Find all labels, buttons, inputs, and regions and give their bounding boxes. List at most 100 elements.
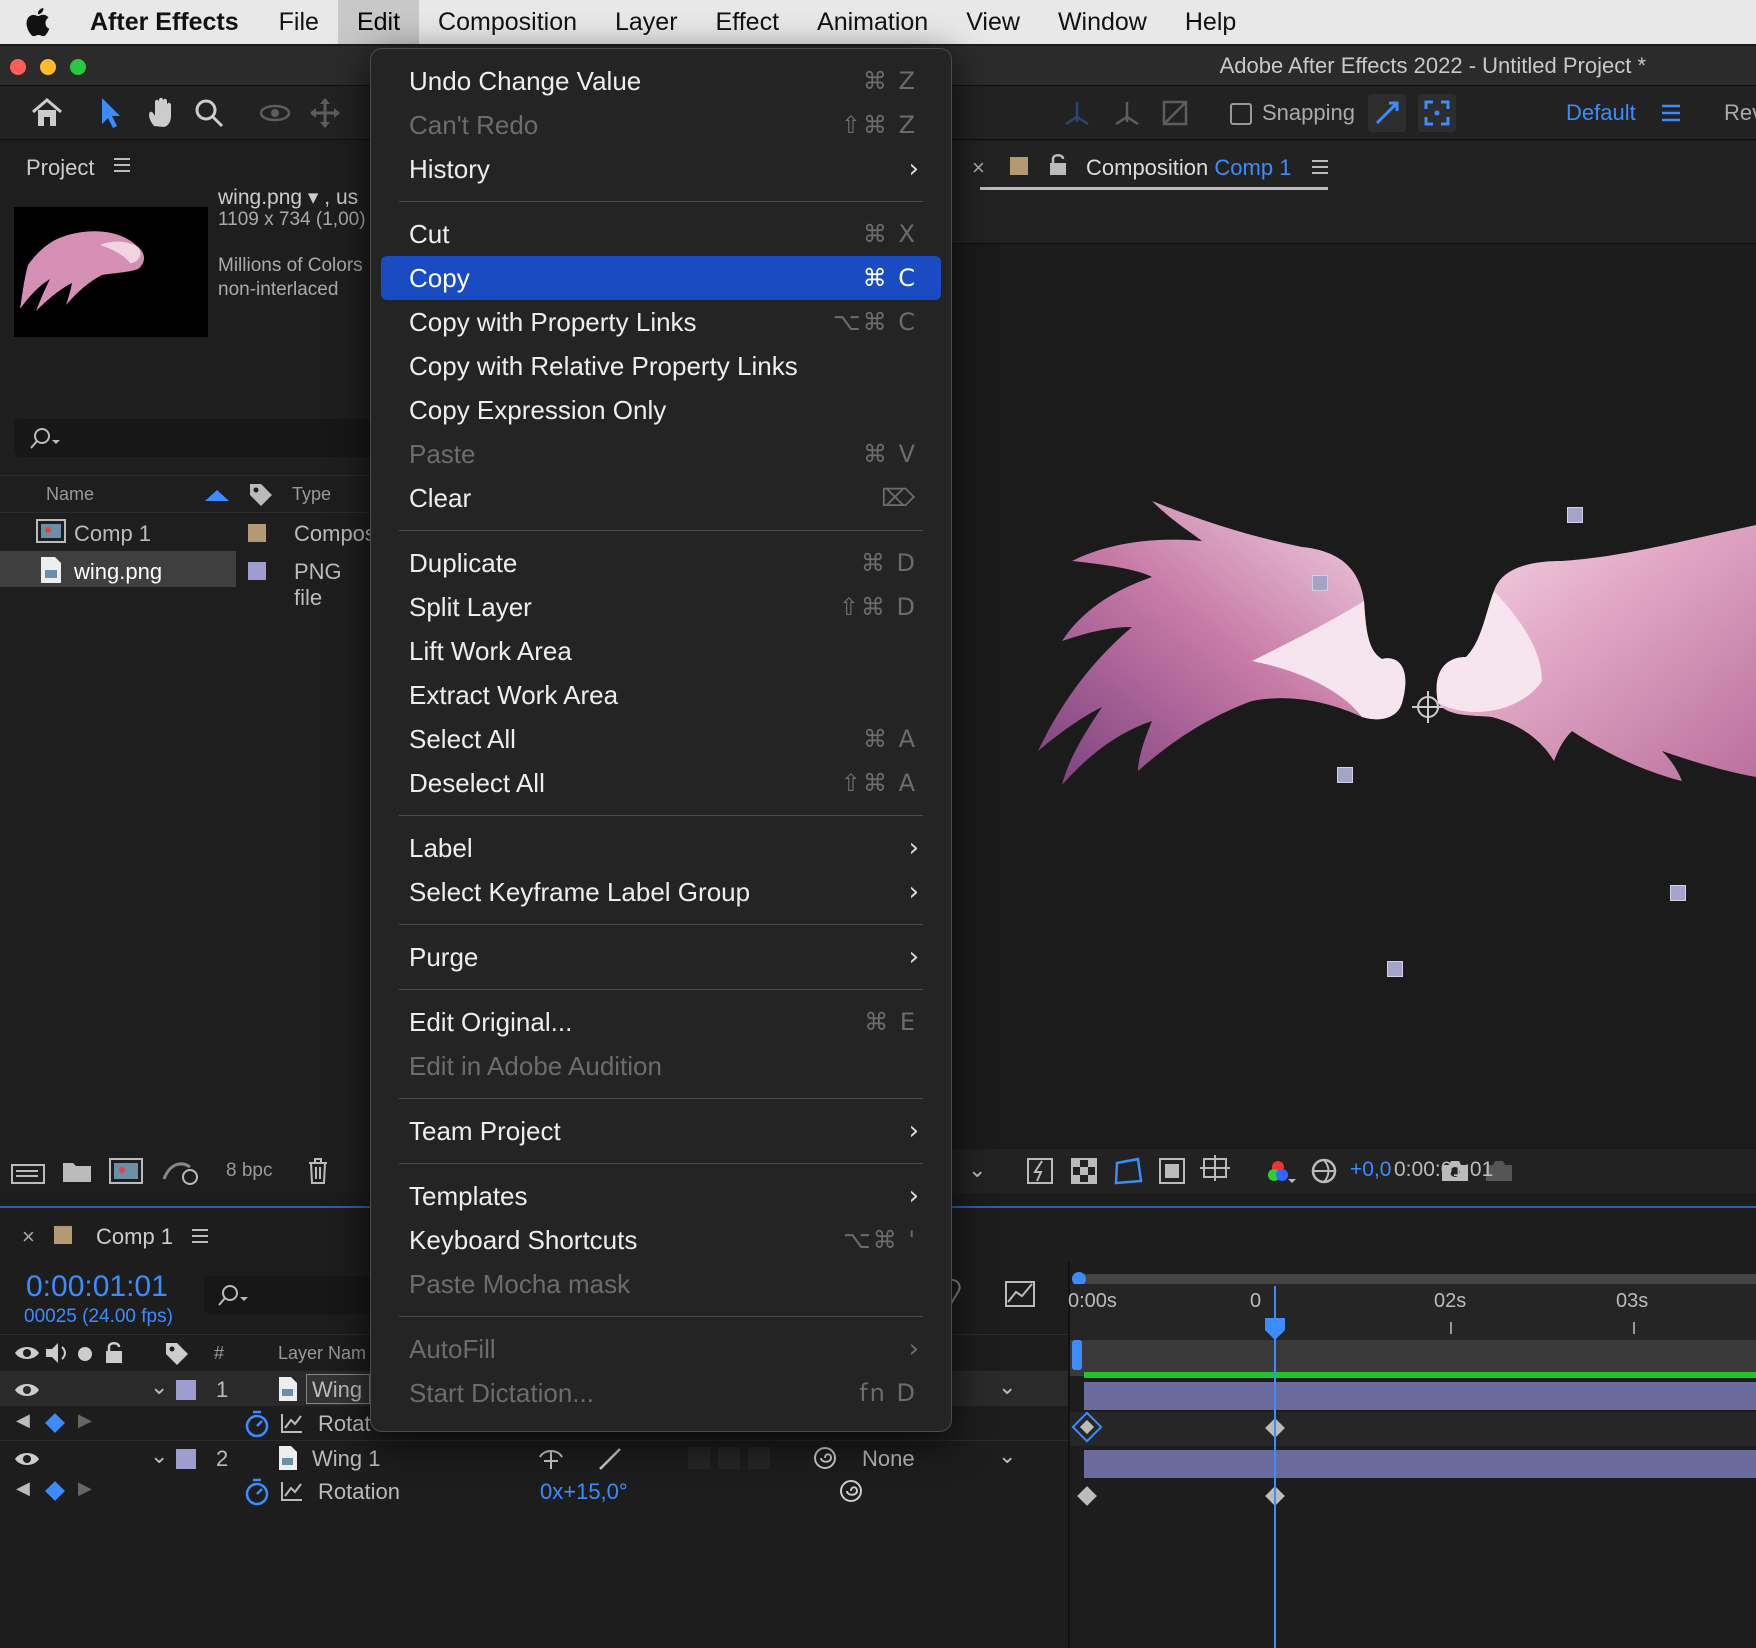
next-keyframe-icon[interactable]: ▶ (78, 1410, 92, 1431)
keyframe[interactable] (1077, 1486, 1097, 1506)
viewer-timecode[interactable]: 0:00:01:01 (1394, 1158, 1493, 1182)
switch-cell[interactable] (718, 1447, 740, 1469)
menu-file[interactable]: File (260, 0, 338, 44)
project-item-footage[interactable]: wing.png PNG file (0, 551, 372, 610)
workspace-default[interactable]: Default (1566, 100, 1636, 126)
next-keyframe-icon[interactable]: ▶ (78, 1478, 92, 1499)
work-area-start-handle[interactable] (1072, 1340, 1082, 1370)
menu-item-select-keyframe-label-group[interactable]: Select Keyframe Label Group › (381, 870, 941, 914)
panel-menu-icon[interactable] (1310, 157, 1330, 177)
transform-handle[interactable] (1670, 885, 1686, 901)
zoom-tool-icon[interactable] (190, 94, 228, 132)
menu-item-purge[interactable]: Purge › (381, 935, 941, 979)
menu-window[interactable]: Window (1039, 0, 1166, 44)
sort-ascending-icon[interactable] (204, 488, 230, 502)
pan-camera-icon[interactable] (306, 94, 344, 132)
apple-logo-icon[interactable] (0, 0, 74, 44)
grid-guides-icon[interactable] (1200, 1155, 1234, 1187)
minimize-window-button[interactable] (40, 59, 56, 75)
layer-name-input[interactable]: Wing (312, 1377, 362, 1403)
interpret-footage-icon[interactable] (10, 1159, 46, 1185)
project-search-input[interactable] (14, 419, 374, 457)
quality-icon[interactable] (598, 1447, 622, 1471)
home-icon[interactable] (28, 94, 66, 132)
local-axis-icon[interactable] (1058, 94, 1096, 132)
hand-tool-icon[interactable] (142, 94, 180, 132)
menu-item-duplicate[interactable]: Duplicate ⌘ D (381, 541, 941, 585)
label-color-swatch[interactable] (248, 524, 266, 542)
footage-dropdown-icon[interactable]: ▾ (308, 186, 319, 209)
close-window-button[interactable] (10, 59, 26, 75)
prev-keyframe-icon[interactable]: ◀ (16, 1478, 30, 1499)
orbit-camera-icon[interactable] (256, 94, 294, 132)
transparency-grid-icon[interactable] (1070, 1157, 1098, 1185)
label-tag-icon[interactable] (248, 482, 274, 508)
bit-depth-button[interactable]: 8 bpc (226, 1160, 272, 1182)
composition-tab[interactable]: Composition Comp 1 (1086, 155, 1291, 181)
time-navigator[interactable] (1084, 1274, 1756, 1284)
stopwatch-icon[interactable] (244, 1410, 270, 1438)
col-type[interactable]: Type (292, 484, 331, 505)
menu-animation[interactable]: Animation (798, 0, 947, 44)
transform-handle[interactable] (1312, 575, 1328, 591)
current-time-display[interactable]: 0:00:01:01 (26, 1270, 168, 1304)
panel-menu-icon[interactable] (190, 1226, 210, 1246)
selection-tool-icon[interactable] (92, 94, 130, 132)
workspace-menu-icon[interactable] (1652, 94, 1690, 132)
menu-edit[interactable]: Edit (337, 0, 420, 44)
switch-cell[interactable] (748, 1447, 770, 1469)
menu-item-copy-expression-only[interactable]: Copy Expression Only (381, 388, 941, 432)
label-color-swatch[interactable] (248, 562, 266, 580)
snap-edges-icon[interactable] (1368, 94, 1406, 132)
menu-layer[interactable]: Layer (596, 0, 697, 44)
menu-item-undo-change-value[interactable]: Undo Change Value ⌘ Z (381, 59, 941, 103)
timeline-comp-tab[interactable]: Comp 1 (96, 1224, 173, 1250)
menu-item-clear[interactable]: Clear ⌦ (381, 476, 941, 520)
prev-keyframe-icon[interactable]: ◀ (16, 1410, 30, 1431)
parent-pickwhip-icon[interactable] (812, 1445, 838, 1471)
close-tab-icon[interactable]: × (972, 155, 985, 181)
menu-item-templates[interactable]: Templates › (381, 1174, 941, 1218)
menu-item-select-all[interactable]: Select All ⌘ A (381, 717, 941, 761)
menu-item-split-layer[interactable]: Split Layer ⇧⌘ D (381, 585, 941, 629)
shy-icon[interactable] (538, 1447, 564, 1471)
transform-handle[interactable] (1337, 767, 1353, 783)
playhead-handle[interactable] (1263, 1316, 1287, 1342)
menu-item-keyboard-shortcuts[interactable]: Keyboard Shortcuts ⌥⌘ ' (381, 1218, 941, 1262)
parent-dropdown-icon[interactable]: ⌄ (998, 1374, 1016, 1400)
menu-composition[interactable]: Composition (419, 0, 596, 44)
add-keyframe-icon[interactable] (45, 1413, 65, 1433)
new-composition-icon[interactable] (108, 1157, 144, 1185)
panel-menu-icon[interactable] (112, 155, 132, 180)
project-tab[interactable]: Project (26, 155, 94, 181)
menu-item-lift-work-area[interactable]: Lift Work Area (381, 629, 941, 673)
menu-effect[interactable]: Effect (697, 0, 798, 44)
exposure-icon[interactable] (1310, 1157, 1338, 1185)
menu-item-label[interactable]: Label › (381, 826, 941, 870)
work-area-bar[interactable] (1070, 1340, 1756, 1376)
fast-previews-icon[interactable] (1026, 1157, 1054, 1185)
project-item-comp[interactable]: Comp 1 Compos (0, 513, 376, 551)
exposure-value[interactable]: +0,0 (1350, 1158, 1391, 1182)
menu-item-cut[interactable]: Cut ⌘ X (381, 212, 941, 256)
menu-item-team-project[interactable]: Team Project › (381, 1109, 941, 1153)
transform-handle[interactable] (1387, 961, 1403, 977)
parent-select[interactable]: None (862, 1446, 915, 1472)
menu-item-copy[interactable]: Copy ⌘ C (381, 256, 941, 300)
snapping-checkbox[interactable] (1230, 103, 1252, 125)
layer-label-swatch[interactable] (176, 1380, 196, 1400)
menu-item-history[interactable]: History › (381, 147, 941, 191)
magnification-dropdown-icon[interactable]: ⌄ (968, 1157, 986, 1183)
menu-item-deselect-all[interactable]: Deselect All ⇧⌘ A (381, 761, 941, 805)
parent-dropdown-icon[interactable]: ⌄ (998, 1443, 1016, 1469)
graph-icon[interactable] (280, 1480, 304, 1502)
new-folder-icon[interactable] (62, 1159, 92, 1183)
visibility-eye-icon[interactable] (14, 1380, 40, 1400)
mask-visibility-icon[interactable] (1112, 1155, 1144, 1187)
layer-2-duration-bar[interactable] (1084, 1450, 1756, 1478)
layer-row[interactable]: ⌄ 2 Wing 1 None ⌄ (0, 1440, 1070, 1474)
col-layer-name[interactable]: Layer Nam (278, 1343, 366, 1364)
lock-icon[interactable] (1048, 153, 1068, 177)
view-axis-icon[interactable] (1156, 94, 1194, 132)
menu-app-name[interactable]: After Effects (74, 0, 260, 44)
